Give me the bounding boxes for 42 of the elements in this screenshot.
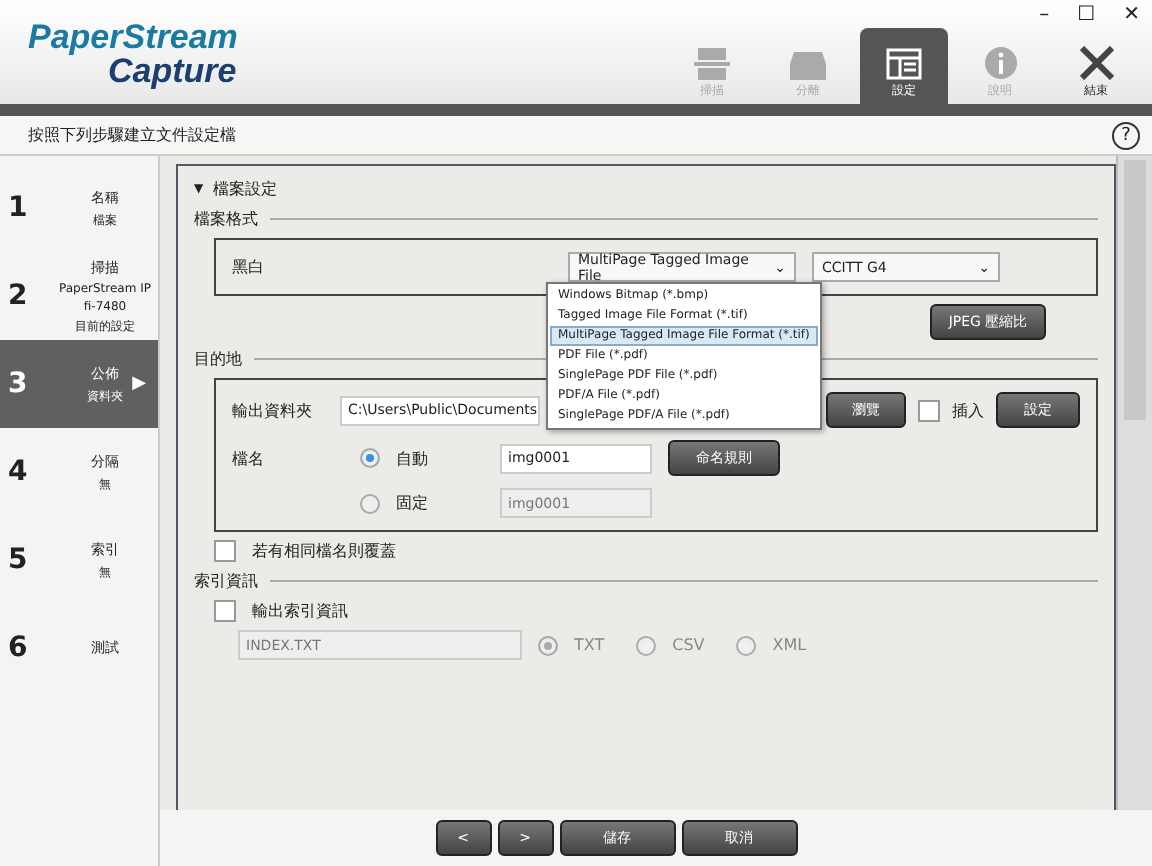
help-button[interactable]: ? [1112,121,1140,149]
checkbox-label: 若有相同檔名則覆蓋 [252,540,396,562]
step-number: 2 [8,280,30,312]
radio-label: XML [772,636,807,654]
type-radio[interactable] [736,635,757,655]
step-arrow: ▶ [132,374,146,394]
tray-icon [790,52,826,80]
product-name: Capture [108,54,238,88]
mode-radio[interactable] [360,448,380,468]
checkbox-label: 插入 [952,399,984,421]
radio-label: TXT [574,636,605,654]
step-number: 1 [8,192,30,224]
step-number: 4 [8,456,30,488]
index-checkbox[interactable] [214,600,236,622]
field-label: 輸出資料夾 [232,399,314,421]
type-radio[interactable] [636,635,657,655]
color-mode-label: 黑白 [232,256,266,278]
field-label: 檔名 [232,447,266,469]
radio-label: CSV [672,636,705,654]
group-legend: 索引資訊 [194,570,258,592]
type-radio[interactable] [538,635,558,655]
overwrite-checkbox[interactable] [214,540,236,562]
window-control[interactable]: – [1039,4,1050,26]
product-name: PaperStream [28,20,238,54]
step-number: 6 [8,632,30,664]
step-number: 3 [8,368,30,400]
append-checkbox[interactable] [918,399,940,421]
radio-label: 自動 [396,447,430,469]
section-title: 檔案設定 [213,178,278,200]
radio-label: 固定 [396,492,430,514]
group-legend: 檔案格式 [194,208,258,230]
step-number: 5 [8,544,30,576]
group-legend: 目的地 [194,348,242,370]
info-icon [983,46,1017,80]
mode-radio[interactable] [360,493,380,513]
window-control[interactable]: ✕ [1123,4,1140,26]
layout-icon [886,48,922,80]
scanner-icon [694,48,730,80]
window-control[interactable]: ☐ [1077,4,1096,26]
close-icon [1079,46,1113,80]
instruction-text: 按照下列步驟建立文件設定檔 [28,124,236,146]
checkbox-label: 輸出索引資訊 [252,600,348,622]
